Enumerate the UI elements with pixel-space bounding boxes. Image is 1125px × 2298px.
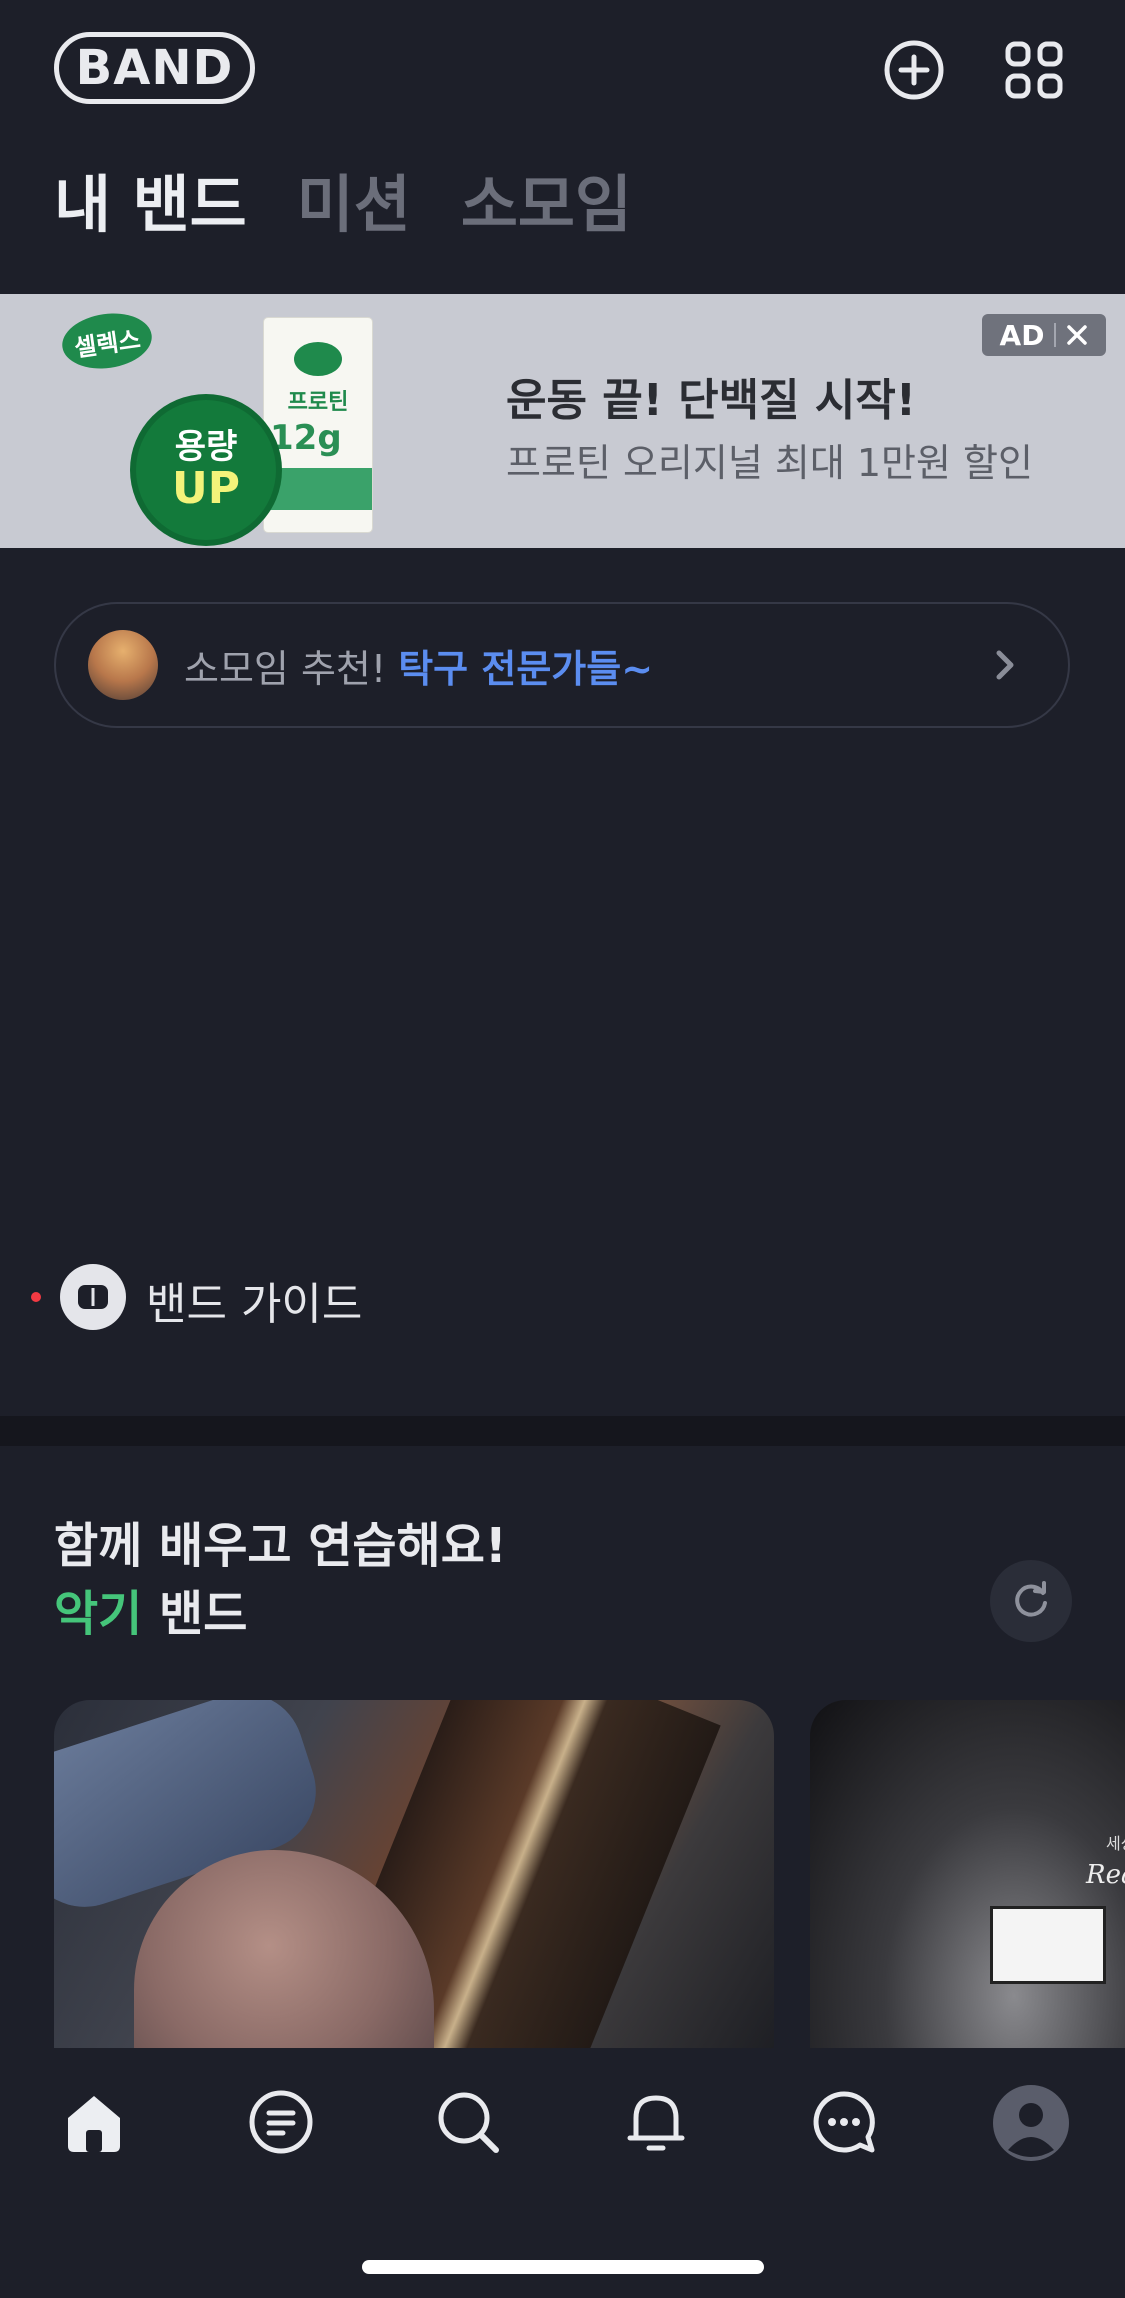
ad-banner[interactable]: 셀렉스 프로틴 12g 용량 UP 운동 끝! 단백질 시작! 프로틴 오리지널… <box>0 294 1125 548</box>
refresh-icon <box>1015 1581 1047 1617</box>
guide-book-icon[interactable] <box>60 1264 126 1330</box>
tab-my-band[interactable]: 내 밴드 <box>54 160 247 250</box>
section-rest: 밴드 <box>142 1586 248 1642</box>
profile-avatar[interactable] <box>992 2084 1070 2162</box>
section-accent-word: 악기 <box>54 1586 143 1642</box>
card2-script: Rea <box>1086 1860 1125 1890</box>
band-card-guitar[interactable] <box>54 1700 774 2048</box>
ad-title: 운동 끝! 단백질 시작! <box>506 375 916 426</box>
band-guide-link[interactable]: 밴드 가이드 <box>146 1268 362 1332</box>
recommendation-thumbnail <box>88 630 158 700</box>
recommendation-highlight: 탁구 전문가들~ <box>398 646 654 691</box>
notification-dot <box>31 1292 41 1302</box>
ad-badge: 용량 UP <box>136 400 276 540</box>
refresh-button[interactable] <box>990 1560 1072 1642</box>
ad-subtitle: 프로틴 오리지널 최대 1만원 할인 <box>506 441 1033 485</box>
band-logo: BAND <box>54 32 255 104</box>
add-circle-icon[interactable] <box>882 38 946 102</box>
ad-badge-line2: UP <box>172 463 240 514</box>
recommendation-prefix: 소모임 추천! <box>184 646 399 691</box>
chat-icon[interactable] <box>808 2086 880 2158</box>
tab-mission[interactable]: 미션 <box>297 160 411 250</box>
apps-grid-icon[interactable] <box>1002 38 1066 102</box>
ad-product-image: 프로틴 12g <box>264 318 372 532</box>
bell-icon[interactable] <box>620 2086 692 2158</box>
tab-small-group[interactable]: 소모임 <box>461 160 632 250</box>
home-icon[interactable] <box>58 2086 130 2158</box>
ad-close-button[interactable]: AD <box>982 314 1106 356</box>
recommendation-text: 소모임 추천! 탁구 전문가들~ <box>184 638 653 693</box>
home-indicator <box>362 2260 764 2274</box>
section-divider <box>0 1416 1125 1446</box>
band-card-piano[interactable]: 세상 Rea <box>810 1700 1125 2048</box>
top-tabs: 내 밴드 미션 소모임 <box>54 160 632 250</box>
ad-badge-line1: 용량 <box>174 427 238 467</box>
search-icon[interactable] <box>432 2086 504 2158</box>
section-title: 함께 배우고 연습해요! <box>54 1518 507 1574</box>
ad-pack-gram: 12g <box>270 418 342 458</box>
ad-pack-name: 프로틴 <box>287 390 349 415</box>
chevron-right-icon <box>996 650 1014 680</box>
small-group-recommendation[interactable]: 소모임 추천! 탁구 전문가들~ <box>54 602 1070 728</box>
feed-icon[interactable] <box>245 2086 317 2158</box>
ad-brand-logo: 셀렉스 <box>58 307 156 375</box>
close-icon <box>1067 325 1088 345</box>
ad-label: AD <box>999 318 1045 352</box>
section-subtitle: 악기 밴드 <box>54 1574 247 1644</box>
card2-caption: 세상 <box>1106 1834 1125 1853</box>
